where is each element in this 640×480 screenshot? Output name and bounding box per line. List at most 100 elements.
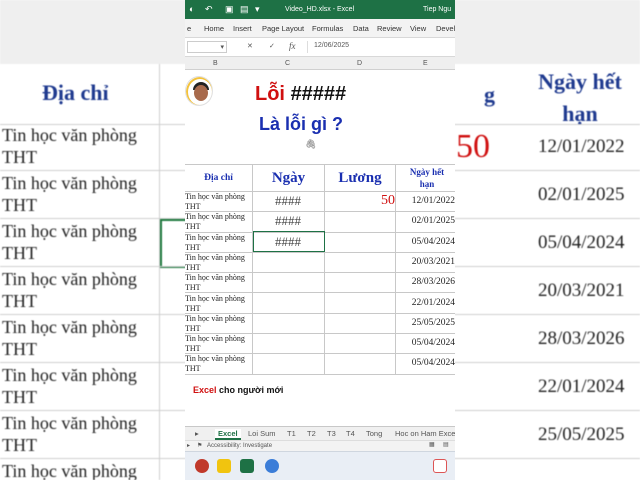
tab-home[interactable]: Home xyxy=(204,24,224,33)
date-cell[interactable]: #### xyxy=(253,213,323,229)
fx-icon[interactable]: fx xyxy=(289,41,296,51)
file-menu-fragment[interactable]: e xyxy=(187,24,191,33)
column-header-e[interactable]: E xyxy=(423,60,428,67)
tab-review[interactable]: Review xyxy=(377,24,402,33)
background-date-cell: 20/03/2021 xyxy=(538,280,625,301)
tab-sheet-tong[interactable]: Tong xyxy=(366,429,382,438)
address-cell[interactable]: Tin học văn phòng THT xyxy=(185,334,251,354)
formula-input[interactable]: 12/06/2025 xyxy=(307,41,453,53)
expiry-cell[interactable]: 25/05/2025 xyxy=(397,318,455,328)
header-address: Địa chỉ xyxy=(204,173,233,183)
enter-icon[interactable]: ✓ xyxy=(269,42,275,50)
table-row: Tin học văn phòng THT 20/03/2021 xyxy=(185,253,455,274)
tab-sheet-excel[interactable]: Excel xyxy=(215,429,241,440)
expiry-cell[interactable]: 02/01/2025 xyxy=(397,216,455,226)
address-cell[interactable]: Tin học văn phòng THT xyxy=(185,354,251,374)
zalo-icon[interactable] xyxy=(265,459,279,473)
header-salary: Lương xyxy=(338,170,382,186)
tab-sheet-hoc-on-ham-excel[interactable]: Hoc on Ham Excel xyxy=(395,429,455,438)
expiry-cell[interactable]: 28/03/2026 xyxy=(397,277,455,287)
tab-developer[interactable]: Devel xyxy=(436,24,455,33)
excel-window: ◐ ↶ ▣ ▤ ▾ Video_HD.xlsx - Excel Tiep Ngu… xyxy=(185,0,455,480)
background-address-cell: Tin học văn phòng THT xyxy=(2,269,137,311)
user-name[interactable]: Tiep Ngu xyxy=(423,6,451,13)
banner-error-word: Lỗi xyxy=(255,83,285,105)
logo-ring xyxy=(186,77,212,105)
normal-view-icon[interactable]: ▦ xyxy=(429,441,435,448)
column-header-c[interactable]: C xyxy=(285,60,290,67)
customize-quick-access-icon[interactable]: ▾ xyxy=(255,4,260,14)
background-address-cell: Tin học văn phòng THT xyxy=(2,173,137,215)
accessibility-status[interactable]: Accessibility: Investigate xyxy=(207,443,272,449)
cancel-icon[interactable]: ✕ xyxy=(247,42,253,50)
print-icon[interactable]: ▤ xyxy=(240,4,249,14)
address-cell[interactable]: Tin học văn phòng THT xyxy=(185,314,251,334)
page-layout-icon[interactable]: ▤ xyxy=(443,441,449,448)
tray-icon[interactable] xyxy=(433,459,447,473)
banner-title: Lỗi ##### xyxy=(255,83,346,106)
tht-logo xyxy=(185,76,213,106)
caption-brand: Excel xyxy=(193,385,217,395)
date-cell[interactable]: #### xyxy=(253,193,323,209)
macro-icon[interactable]: ▸ xyxy=(187,442,190,449)
tab-sheet-t4[interactable]: T4 xyxy=(346,429,355,438)
tab-insert[interactable]: Insert xyxy=(233,24,252,33)
column-header-d[interactable]: D xyxy=(357,60,362,67)
tab-page-layout[interactable]: Page Layout xyxy=(262,24,304,33)
excel-taskbar-icon[interactable] xyxy=(240,459,254,473)
background-address-cell: Tin học văn phòng THT xyxy=(2,365,137,407)
background-address-cell: Tin học văn phòng THT xyxy=(2,413,137,455)
background-salary-fragment: 50 xyxy=(456,128,490,165)
background-header-expiry: Ngày hết hạn xyxy=(538,69,622,126)
table-row: Tin học văn phòng THT #### 50 12/01/2022 xyxy=(185,192,455,213)
expiry-cell[interactable]: 05/04/2024 xyxy=(397,358,455,368)
accessibility-icon: ⚑ xyxy=(197,443,203,449)
background-header-address: Địa chỉ xyxy=(42,80,109,105)
tab-view[interactable]: View xyxy=(410,24,426,33)
background-date-cell: 02/01/2025 xyxy=(538,184,625,205)
scroll-tabs-icon[interactable]: ▸ xyxy=(195,429,199,438)
tab-sheet-t1[interactable]: T1 xyxy=(287,429,296,438)
name-box[interactable]: ▾ xyxy=(187,41,227,53)
app-icon-chrome[interactable] xyxy=(195,459,209,473)
address-cell[interactable]: Tin học văn phòng THT xyxy=(185,294,251,314)
table-row: Tin học văn phòng THT 05/04/2024 xyxy=(185,354,455,375)
tab-formulas[interactable]: Formulas xyxy=(312,24,343,33)
undo-icon[interactable]: ↶ xyxy=(205,4,213,14)
address-cell[interactable]: Tin học văn phòng THT xyxy=(185,233,251,253)
table-row: Tin học văn phòng THT 28/03/2026 xyxy=(185,273,455,294)
column-header-b[interactable]: B xyxy=(213,60,218,67)
expiry-cell[interactable]: 05/04/2024 xyxy=(397,338,455,348)
tab-data[interactable]: Data xyxy=(353,24,369,33)
background-date-cell: 25/05/2025 xyxy=(538,424,625,445)
sheet-grid[interactable]: Lỗi ##### Là lỗi gì ? 🖇 Địa chỉ Ngày Lươ… xyxy=(185,70,455,426)
background-address-cell: Tin học văn phòng THT xyxy=(2,317,137,359)
address-cell[interactable]: Tin học văn phòng THT xyxy=(185,273,251,293)
save-icon[interactable]: ▣ xyxy=(225,4,234,14)
paperclip-icon: 🖇 xyxy=(305,139,317,149)
background-date-cell: 28/03/2026 xyxy=(538,328,625,349)
table-row: Tin học văn phòng THT 22/01/2024 xyxy=(185,294,455,314)
background-date-cell: 05/04/2024 xyxy=(538,232,625,253)
tab-sheet-t3[interactable]: T3 xyxy=(327,429,336,438)
file-explorer-icon[interactable] xyxy=(217,459,231,473)
salary-cell[interactable]: 50 xyxy=(325,193,395,209)
address-cell[interactable]: Tin học văn phòng THT xyxy=(185,212,251,232)
caption-rest: cho người mới xyxy=(219,385,284,395)
address-cell[interactable]: Tin học văn phòng THT xyxy=(185,253,251,273)
ribbon-tabs: e Home Insert Page Layout Formulas Data … xyxy=(185,19,455,38)
expiry-cell[interactable]: 22/01/2024 xyxy=(397,298,455,308)
expiry-cell[interactable]: 12/01/2022 xyxy=(397,196,455,206)
table-row: Tin học văn phòng THT #### 02/01/2025 xyxy=(185,212,455,233)
table-row: Tin học văn phòng THT 25/05/2025 xyxy=(185,314,455,335)
caption: Excel cho người mới xyxy=(193,385,283,395)
tab-sheet-loi-sum[interactable]: Loi Sum xyxy=(248,429,276,438)
autosave-toggle[interactable]: ◐ xyxy=(189,4,194,14)
status-bar: ▸ ⚑ Accessibility: Investigate ▦ ▤ xyxy=(185,440,455,451)
address-cell[interactable]: Tin học văn phòng THT xyxy=(185,192,251,212)
expiry-cell[interactable]: 05/04/2024 xyxy=(397,237,455,247)
tab-sheet-t2[interactable]: T2 xyxy=(307,429,316,438)
selected-cell[interactable] xyxy=(253,231,325,252)
expiry-cell[interactable]: 20/03/2021 xyxy=(397,257,455,267)
background-address-cell: Tin học văn phòng THT xyxy=(2,221,137,263)
